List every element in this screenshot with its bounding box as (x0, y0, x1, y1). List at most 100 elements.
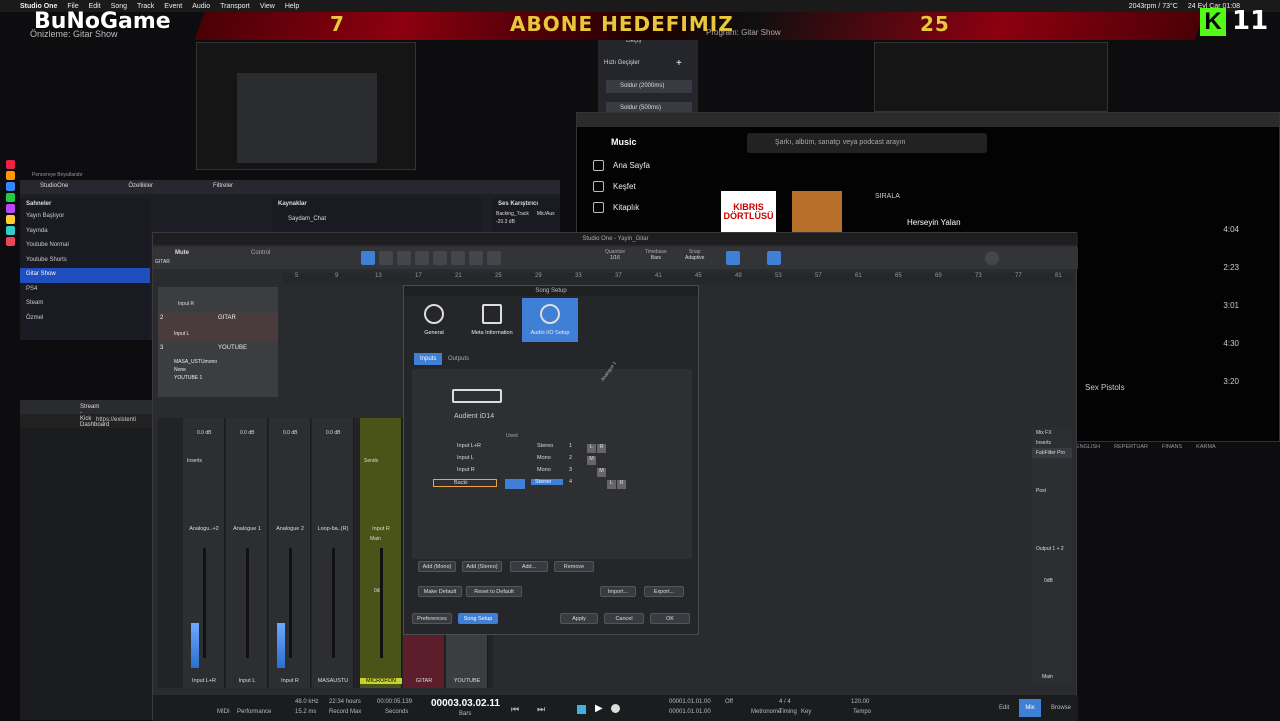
add-stereo-button[interactable]: Add (Stereo) (462, 561, 502, 572)
mute-label[interactable]: Mute (175, 250, 189, 256)
subtab-outputs[interactable]: Outputs (442, 353, 475, 365)
listen-tool-button[interactable] (487, 251, 501, 265)
menu-transport[interactable]: Transport (220, 3, 250, 10)
add-button[interactable]: Add... (510, 561, 548, 572)
add-mono-button[interactable]: Add (Mono) (418, 561, 456, 572)
mixer-channel[interactable]: YOUTUBE (446, 633, 488, 688)
mix-view-button[interactable]: Mix (1019, 699, 1041, 717)
fast-forward-button[interactable]: ⏭ (537, 704, 545, 715)
loop-start[interactable]: 00001.01.01.00 (669, 699, 711, 705)
scene-item[interactable]: Özmel (20, 312, 150, 327)
mute-tool-button[interactable] (469, 251, 483, 265)
add-transition-button[interactable]: + (676, 58, 682, 69)
stop-button[interactable] (577, 705, 586, 714)
track-youtube[interactable]: 3 YOUTUBE MASA_USTUmono None YOUTUBE 1 (158, 343, 278, 387)
range-tool-button[interactable] (397, 251, 411, 265)
eraser-tool-button[interactable] (433, 251, 447, 265)
bookmark[interactable]: REPERTUAR (1114, 444, 1148, 454)
bookmark[interactable]: KARMA (1196, 444, 1216, 454)
io-row-editing[interactable]: Backi Stereo 4 L R (427, 479, 687, 490)
apply-button[interactable]: Apply (560, 613, 598, 624)
dock-app-icon[interactable] (6, 160, 15, 169)
remove-button[interactable]: Remove (554, 561, 594, 572)
autoscroll-button[interactable] (767, 251, 781, 265)
timeline-ruler[interactable]: 5 9 13 17 21 25 29 33 37 41 45 49 53 57 … (283, 273, 1073, 285)
mixer-channel[interactable]: GITAR (403, 633, 445, 688)
dock-app-icon[interactable] (6, 215, 15, 224)
subtab-inputs[interactable]: Inputs (414, 353, 443, 365)
pencil-tool-button[interactable] (379, 251, 393, 265)
dock-app-icon[interactable] (6, 171, 15, 180)
plugin-slot[interactable]: FabFilter Pro (1032, 448, 1072, 458)
dock-app-icon[interactable] (6, 193, 15, 202)
browse-view-button[interactable]: Browse (1051, 705, 1071, 711)
dock-app-icon[interactable] (6, 182, 15, 191)
ytm-search-input[interactable]: Şarkı, albüm, sanatçı veya podcast arayı… (747, 133, 987, 153)
now-playing-title[interactable]: Herseyin Yalan (907, 218, 961, 227)
user-avatar[interactable] (985, 251, 999, 265)
position-display[interactable]: 00003.03.02.11 (431, 698, 500, 709)
paint-tool-button[interactable] (451, 251, 465, 265)
ytm-nav-library[interactable]: Kitaplık (577, 197, 695, 218)
tempo-value[interactable]: 120.00 (851, 699, 869, 705)
bookmark[interactable]: ENGLISH (1076, 444, 1100, 454)
preferences-button[interactable]: Preferences (412, 613, 452, 624)
menu-audio[interactable]: Audio (192, 3, 210, 10)
fade-2000-button[interactable]: Soldur (2000ms) (606, 80, 692, 93)
rewind-button[interactable]: ⏮ (511, 704, 519, 715)
mixer-channel[interactable]: 0.0 dB Analogue 1 Input L (226, 418, 268, 688)
time-signature[interactable]: 4 / 4 (779, 699, 791, 705)
loop-end[interactable]: 00001.01.01.00 (669, 709, 711, 715)
menu-view[interactable]: View (260, 3, 275, 10)
quantize-value[interactable]: 1/16 (605, 255, 625, 261)
ytm-nav-home[interactable]: Ana Sayfa (577, 155, 695, 176)
snap-toggle-button[interactable] (726, 251, 740, 265)
io-row[interactable]: Input R Mono 3 M (427, 467, 687, 478)
obs-source-tab[interactable]: StudioOne (40, 183, 68, 191)
dock-app-icon[interactable] (6, 204, 15, 213)
mixer-channel[interactable]: 0.0 dB Loop-ba..(R) MASAUSTU (312, 418, 354, 688)
tab-meta-information[interactable]: Meta Information (464, 298, 520, 342)
arrow-tool-button[interactable] (361, 251, 375, 265)
io-row[interactable]: Input L Mono 2 M (427, 455, 687, 466)
sync-value[interactable]: Off (725, 699, 733, 705)
mixer-channel[interactable]: 0.0 dB Analogue 2 Input R (269, 418, 311, 688)
dock-app-icon[interactable] (6, 226, 15, 235)
scene-item[interactable]: Yayında (20, 225, 150, 240)
dock-app-icon[interactable] (6, 237, 15, 246)
scene-item[interactable]: Youtube Normal (20, 239, 150, 254)
track1-input[interactable]: Input R (178, 301, 194, 307)
play-button[interactable]: ▶ (595, 703, 603, 714)
ytm-nav-explore[interactable]: Keşfet (577, 176, 695, 197)
reset-to-default-button[interactable]: Reset to Default (466, 586, 522, 597)
menu-help[interactable]: Help (285, 3, 299, 10)
scene-item[interactable]: Youtube Shorts (20, 254, 150, 269)
timebase-value[interactable]: Bars (645, 255, 667, 261)
main-output-channel[interactable]: Mix FX Inserts FabFilter Pro Post Output… (1032, 428, 1072, 684)
ok-button[interactable]: OK (650, 613, 690, 624)
scene-item-selected[interactable]: Gitar Show (20, 268, 150, 283)
track-gitar[interactable]: 2 GITAR Input L (158, 313, 278, 341)
mixer-channel-selected[interactable]: Sends Input R Main 0dB MICROFON (360, 418, 402, 688)
mixer-channel[interactable]: 0.0 dB Inserts Analogu..+2 Input L+R (183, 418, 225, 688)
cancel-button[interactable]: Cancel (604, 613, 644, 624)
obs-properties-button[interactable]: Özellikler (128, 183, 153, 191)
source-item[interactable]: Saydam_Chat (272, 210, 482, 228)
make-default-button[interactable]: Make Default (418, 586, 462, 597)
scene-item[interactable]: PS4 (20, 283, 150, 298)
row-name-input[interactable]: Backi (433, 479, 497, 487)
bookmark[interactable]: FINANS (1162, 444, 1182, 454)
edit-view-button[interactable]: Edit (999, 705, 1009, 711)
split-tool-button[interactable] (415, 251, 429, 265)
tab-general[interactable]: General (406, 298, 462, 342)
export-button[interactable]: Export... (644, 586, 684, 597)
record-button[interactable] (611, 704, 620, 713)
io-row[interactable]: Input L+R Stereo 1 L R (427, 443, 687, 454)
import-button[interactable]: Import... (600, 586, 636, 597)
artist-name[interactable]: Sex Pistols (1085, 383, 1125, 392)
scene-item[interactable]: Yayın Başlıyor (20, 210, 150, 225)
song-setup-button[interactable]: Song Setup (458, 613, 498, 624)
scene-item[interactable]: Steam (20, 297, 150, 312)
kick-tab[interactable]: Stream - Kick Dashboard (20, 400, 152, 428)
tab-audio-io-setup[interactable]: Audio I/O Setup (522, 298, 578, 342)
